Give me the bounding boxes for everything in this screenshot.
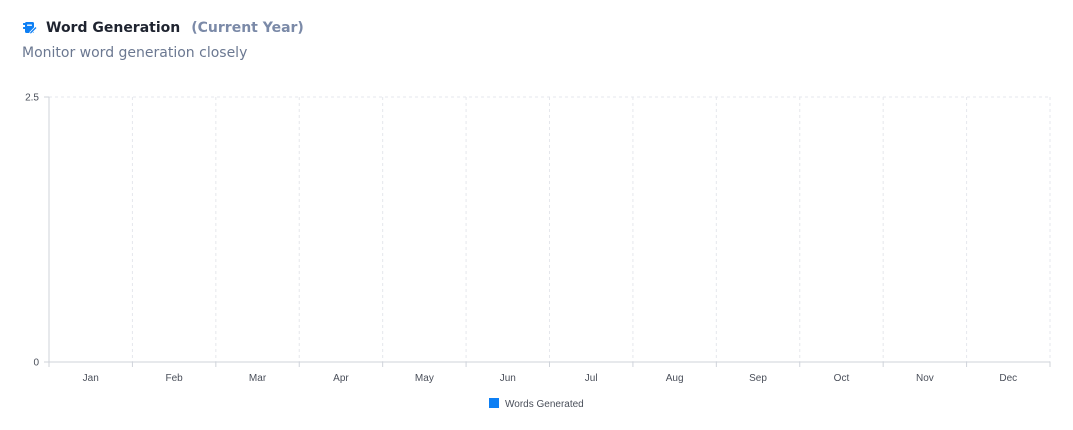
y-tick-label: 2.5 — [25, 93, 39, 104]
x-tick-label: Jan — [83, 373, 99, 384]
notebook-pen-icon — [23, 22, 38, 35]
chart-subtitle: Monitor word generation closely — [22, 45, 248, 61]
legend-swatch — [489, 398, 499, 408]
x-tick-label: Oct — [834, 373, 850, 384]
chart-title-suffix: (Current Year) — [191, 20, 304, 36]
x-tick-label: Sep — [749, 373, 767, 384]
x-tick-label: Nov — [916, 373, 934, 384]
chart-title: Word Generation — [46, 20, 181, 36]
legend[interactable]: Words Generated — [489, 398, 584, 410]
y-tick-label: 0 — [33, 358, 39, 369]
x-tick-label: Jul — [585, 373, 598, 384]
chart-area: 0 2.5 Jan Feb Mar Apr May Jun Jul Aug Sep Oct Nov Dec… — [0, 80, 1073, 420]
x-tick-label: Feb — [166, 373, 184, 384]
x-tick-label: Jun — [500, 373, 516, 384]
x-tick-label: Aug — [666, 373, 684, 384]
legend-label: Words Generated — [505, 399, 584, 410]
chart-header: Word Generation (Current Year) — [22, 20, 304, 36]
x-tick-label: May — [415, 373, 434, 384]
x-tick-label: Mar — [249, 373, 267, 384]
bar-chart: 0 2.5 Jan Feb Mar Apr May Jun Jul Aug Sep Oct Nov Dec… — [25, 93, 1051, 410]
x-tick-label: Apr — [333, 373, 349, 384]
x-tick-label: Dec — [999, 373, 1017, 384]
chart-card: Word Generation (Current Year) Monitor w… — [0, 0, 1073, 430]
